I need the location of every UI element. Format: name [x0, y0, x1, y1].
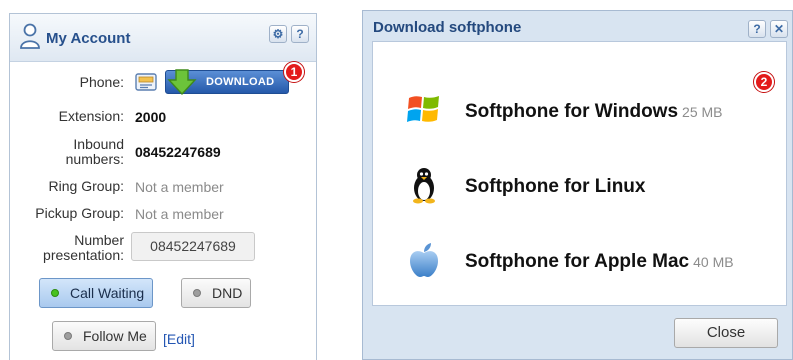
panel-header: My Account ⚙ ? — [10, 14, 316, 62]
softphone-windows-link[interactable]: Softphone for Windows 25 MB — [465, 101, 723, 123]
inbound-label-line1: Inbound — [73, 136, 124, 152]
settings-button[interactable]: ⚙ — [269, 25, 287, 43]
close-icon: ✕ — [773, 22, 785, 36]
ring-group-label: Ring Group: — [48, 178, 124, 194]
follow-me-edit-link[interactable]: [Edit] — [163, 331, 195, 347]
download-arrow-icon — [167, 69, 197, 95]
pickup-group-label: Pickup Group: — [35, 205, 124, 221]
step-badge-2: 2 — [754, 72, 774, 92]
dialog-title: Download softphone — [373, 19, 522, 36]
dnd-toggle[interactable]: DND — [181, 278, 251, 308]
help-icon: ? — [753, 22, 761, 36]
softphone-windows-size: 25 MB — [682, 104, 723, 120]
number-label-line1: Number — [74, 232, 124, 248]
gear-icon: ⚙ — [272, 27, 284, 41]
download-softphone-dialog: Download softphone ? ✕ 2 Softphone for W… — [362, 10, 793, 360]
dialog-help-button[interactable]: ? — [748, 20, 766, 38]
windows-logo-icon — [407, 96, 439, 122]
dnd-label: DND — [212, 285, 243, 301]
follow-me-toggle[interactable]: Follow Me — [52, 321, 156, 351]
panel-title: My Account — [46, 30, 131, 47]
dialog-close-x-button[interactable]: ✕ — [770, 20, 788, 38]
step-badge-1: 1 — [284, 62, 304, 82]
ring-group-value: Not a member — [135, 179, 224, 195]
phone-status-icon[interactable] — [135, 72, 157, 92]
call-waiting-toggle[interactable]: Call Waiting — [39, 278, 153, 308]
number-label-line2: presentation: — [43, 247, 124, 263]
download-label: DOWNLOAD — [206, 76, 275, 88]
softphone-mac-label: Softphone for Apple Mac — [465, 251, 690, 272]
softphone-linux-link[interactable]: Softphone for Linux — [465, 176, 645, 198]
my-account-panel: My Account ⚙ ? Phone: DOWNLOAD 1 Extensi… — [9, 13, 317, 360]
number-presentation-select[interactable]: 08452247689 — [131, 232, 255, 261]
close-button[interactable]: Close — [674, 318, 778, 348]
status-dot-on-icon — [51, 289, 59, 297]
pickup-group-value: Not a member — [135, 206, 224, 222]
extension-label: Extension: — [58, 108, 124, 124]
user-icon — [20, 23, 40, 49]
inbound-label-line2: numbers: — [65, 151, 124, 167]
phone-label: Phone: — [79, 74, 124, 90]
help-icon: ? — [296, 27, 304, 41]
status-dot-off-icon — [193, 289, 201, 297]
follow-me-label: Follow Me — [83, 328, 147, 344]
dialog-body: 2 Softphone for Windows 25 MB Softphone f… — [372, 41, 787, 306]
linux-penguin-icon — [413, 168, 435, 204]
inbound-value: 08452247689 — [135, 144, 221, 160]
status-dot-off-icon — [64, 332, 72, 340]
help-button[interactable]: ? — [291, 25, 309, 43]
softphone-mac-size: 40 MB — [693, 254, 734, 270]
apple-logo-icon — [410, 243, 438, 277]
extension-value: 2000 — [135, 109, 167, 125]
softphone-mac-link[interactable]: Softphone for Apple Mac 40 MB — [465, 251, 734, 273]
call-waiting-label: Call Waiting — [70, 285, 145, 301]
softphone-linux-label: Softphone for Linux — [465, 176, 646, 197]
softphone-windows-label: Softphone for Windows — [465, 101, 679, 122]
